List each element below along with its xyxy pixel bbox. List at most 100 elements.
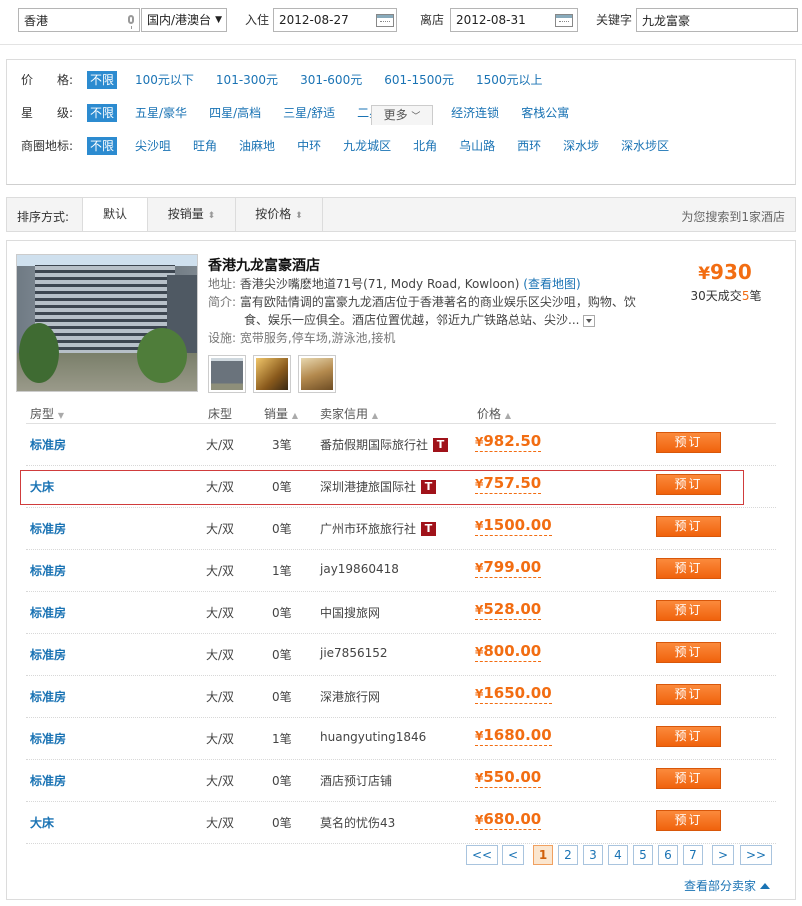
filter-option[interactable]: 经济连锁	[451, 104, 499, 122]
seller-name[interactable]: 番茄假期国际旅行社 T	[320, 436, 449, 453]
room-type-link[interactable]: 标准房	[30, 562, 66, 579]
sort-arrows-icon: ⬍	[295, 211, 303, 221]
seller-name[interactable]: 莫名的忧伤43	[320, 814, 395, 831]
book-button[interactable]: 预订	[656, 432, 721, 453]
seller-name[interactable]: jay19860418	[320, 562, 399, 576]
filter-option[interactable]: 乌山路	[459, 137, 495, 155]
header-room[interactable]: 房型 ▼	[30, 405, 64, 422]
seller-name[interactable]: 深港旅行网	[320, 688, 380, 705]
city-input[interactable]	[18, 8, 140, 32]
room-type-link[interactable]: 标准房	[30, 604, 66, 621]
view-map-link[interactable]: (查看地图)	[523, 277, 580, 291]
filter-option[interactable]: 油麻地	[239, 137, 275, 155]
page-button[interactable]: 6	[658, 845, 678, 865]
hotel-name[interactable]: 香港九龙富豪酒店	[208, 255, 320, 275]
filter-option[interactable]: 九龙城区	[343, 137, 391, 155]
book-button[interactable]: 预订	[656, 516, 721, 537]
page-button[interactable]: 3	[583, 845, 603, 865]
hotel-thumbnail[interactable]	[208, 355, 246, 393]
filter-option[interactable]: 不限	[87, 71, 118, 89]
partial-sellers-label: 查看部分卖家	[684, 879, 757, 893]
seller-name[interactable]: 中国搜旅网	[320, 604, 380, 621]
filter-option[interactable]: 五星/豪华	[135, 104, 187, 122]
filter-option[interactable]: 不限	[87, 104, 118, 122]
table-row: 标准房 大/双 1笔 huangyuting1846 ¥1680.00 预订	[26, 718, 776, 760]
page-button[interactable]: 5	[633, 845, 653, 865]
address-value: 香港尖沙嘴麽地道71号(71, Mody Road, Kowloon)	[239, 277, 520, 291]
sort-up-icon: ▲	[371, 411, 378, 420]
room-type-link[interactable]: 标准房	[30, 646, 66, 663]
page-button[interactable]: 2	[558, 845, 578, 865]
last-page-button[interactable]: >>	[740, 845, 772, 865]
hotel-thumbnail[interactable]	[298, 355, 336, 393]
bed-type: 大/双	[206, 690, 235, 704]
prev-page-button[interactable]: <	[502, 845, 524, 865]
seller-name[interactable]: jie7856152	[320, 646, 388, 660]
book-button[interactable]: 预订	[656, 642, 721, 663]
book-button[interactable]: 预订	[656, 810, 721, 831]
header-seller[interactable]: 卖家信用 ▲	[320, 405, 378, 422]
hotel-thumbnail[interactable]	[253, 355, 291, 393]
filter-option[interactable]: 不限	[87, 137, 118, 155]
filter-option[interactable]: 三星/舒适	[283, 104, 335, 122]
filter-option[interactable]: 客栈公寓	[521, 104, 569, 122]
filter-option[interactable]: 601-1500元	[384, 71, 454, 89]
view-partial-sellers-link[interactable]: 查看部分卖家	[684, 877, 771, 894]
room-type-link[interactable]: 标准房	[30, 436, 66, 453]
hotel-photo[interactable]	[16, 254, 198, 392]
page-button[interactable]: 7	[683, 845, 703, 865]
sort-default[interactable]: 默认	[82, 198, 147, 231]
room-price-value: 1680.00	[483, 726, 552, 744]
filter-option[interactable]: 301-600元	[300, 71, 362, 89]
book-button[interactable]: 预订	[656, 600, 721, 621]
seller-name[interactable]: 酒店预订店铺	[320, 772, 392, 789]
header-sales[interactable]: 销量 ▲	[264, 405, 298, 422]
filter-option[interactable]: 1500元以上	[476, 71, 543, 89]
book-button[interactable]: 预订	[656, 684, 721, 705]
first-page-button[interactable]: <<	[466, 845, 498, 865]
microphone-icon[interactable]	[128, 15, 134, 29]
book-button[interactable]: 预订	[656, 558, 721, 579]
room-type-link[interactable]: 标准房	[30, 688, 66, 705]
more-filters-button[interactable]: 更多 ﹀	[371, 105, 433, 125]
expand-intro-icon[interactable]	[583, 314, 596, 327]
filter-option[interactable]: 尖沙咀	[135, 137, 171, 155]
deal-prefix: 30天成交	[690, 289, 742, 303]
checkout-input[interactable]: 2012-08-31	[450, 8, 578, 32]
filter-option[interactable]: 中环	[297, 137, 321, 155]
next-page-button[interactable]: >	[712, 845, 734, 865]
calendar-icon[interactable]	[555, 14, 573, 27]
filter-option[interactable]: 深水埗	[563, 137, 599, 155]
header-price[interactable]: 价格 ▲	[477, 405, 511, 422]
table-row: 标准房 大/双 0笔 中国搜旅网 ¥528.00 预订	[26, 592, 776, 634]
filter-option[interactable]: 北角	[413, 137, 437, 155]
sort-by-price[interactable]: 按价格 ⬍	[235, 198, 323, 231]
filter-option[interactable]: 西环	[517, 137, 541, 155]
region-select[interactable]: 国内/港澳台 ▼	[141, 8, 227, 32]
room-type-link[interactable]: 标准房	[30, 772, 66, 789]
room-type-link[interactable]: 大床	[30, 814, 54, 831]
filter-option[interactable]: 101-300元	[216, 71, 278, 89]
seller-name[interactable]: 广州市环旅旅行社 T	[320, 520, 437, 537]
filter-option[interactable]: 深水埗区	[621, 137, 669, 155]
room-type-link[interactable]: 标准房	[30, 730, 66, 747]
filter-option[interactable]: 四星/高档	[209, 104, 261, 122]
table-row: 标准房 大/双 0笔 广州市环旅旅行社 T ¥1500.00 预订	[26, 508, 776, 550]
sort-by-sales[interactable]: 按销量 ⬍	[147, 198, 235, 231]
filter-option[interactable]: 旺角	[193, 137, 217, 155]
filter-option[interactable]: 100元以下	[135, 71, 194, 89]
sort-default-label: 默认	[102, 207, 127, 221]
checkin-input[interactable]: 2012-08-27	[273, 8, 397, 32]
keyword-input[interactable]	[636, 8, 798, 32]
sort-up-icon: ▲	[291, 411, 298, 420]
page-button[interactable]: 4	[608, 845, 628, 865]
calendar-icon[interactable]	[376, 14, 394, 27]
room-type-link[interactable]: 标准房	[30, 520, 66, 537]
page-button[interactable]: 1	[533, 845, 553, 865]
book-button[interactable]: 预订	[656, 768, 721, 789]
seller-name[interactable]: huangyuting1846	[320, 730, 426, 744]
sales-count: 0笔	[272, 774, 292, 788]
header-price-label: 价格	[477, 407, 502, 421]
hotel-intro: 简介: 富有欧陆情调的富豪九龙酒店位于香港著名的商业娱乐区尖沙咀，购物、饮	[208, 294, 636, 310]
book-button[interactable]: 预订	[656, 726, 721, 747]
